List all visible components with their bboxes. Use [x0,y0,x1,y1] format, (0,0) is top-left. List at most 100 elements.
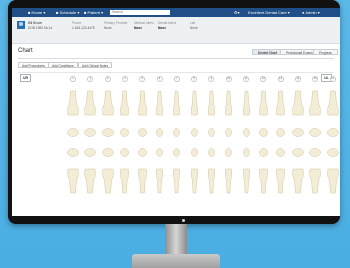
tooth-2-16[interactable] [326,128,339,137]
tooth-2-2[interactable] [84,128,97,137]
tooth-4-16[interactable] [326,168,339,194]
patient-id: DOB 1983-06-14 [28,26,53,30]
tooth-number-6[interactable]: 6 [156,76,163,82]
user-menu[interactable]: ● Admin ▾ [302,10,320,15]
tooth-1-10[interactable] [225,90,233,116]
tooth-2-8[interactable] [190,128,198,137]
tooth-number-11[interactable]: 11 [243,76,249,82]
tooth-number-1[interactable]: 1 [70,76,76,82]
tooth-4-12[interactable] [259,168,268,194]
desktop-background: ■ Home ▾ ■ Schedule ▾ ■ Patient ▾ ⚙▾ Exc… [0,0,350,268]
tooth-2-10[interactable] [225,128,232,137]
tooth-1-4[interactable] [120,90,130,116]
tab-progress[interactable]: Progress [313,49,338,55]
tooth-1-7[interactable] [173,90,181,116]
tooth-number-7[interactable]: 7 [173,76,180,82]
lab-label: Lab [190,21,196,25]
tooth-4-14[interactable] [292,168,304,194]
tooth-1-9[interactable] [208,90,215,116]
tooth-4-1[interactable] [67,168,79,194]
tooth-4-15[interactable] [309,168,321,194]
tooth-number-10[interactable]: 10 [225,76,232,82]
tooth-3-2[interactable] [84,148,97,157]
tooth-number-4[interactable]: 4 [121,76,128,82]
tooth-2-14[interactable] [292,128,304,137]
tooth-1-15[interactable] [309,90,321,116]
primary-provider-label: Primary Provider [104,21,128,25]
tooth-4-9[interactable] [208,168,215,194]
tooth-4-11[interactable] [242,168,250,194]
tooth-3-5[interactable] [137,148,147,157]
chevron-down-icon: ▾ [99,10,104,15]
nav-menu-2[interactable]: ■ Schedule ▾ [56,10,79,15]
tooth-number-3[interactable]: 3 [104,76,111,82]
tooth-2-11[interactable] [242,128,250,137]
phone-label: Phone [72,21,82,25]
tooth-3-8[interactable] [190,148,198,157]
tooth-3-7[interactable] [173,148,181,157]
tooth-1-6[interactable] [156,90,163,116]
tooth-4-2[interactable] [84,168,96,194]
tooth-1-12[interactable] [259,90,268,116]
tooth-3-13[interactable] [276,148,285,157]
tooth-1-2[interactable] [84,90,96,116]
tooth-2-12[interactable] [259,128,268,137]
tooth-number-14[interactable]: 14 [294,76,301,82]
tooth-2-9[interactable] [208,128,215,137]
tooth-3-10[interactable] [225,148,232,157]
nav-menu-1[interactable]: ■ Home ▾ [28,10,45,15]
tooth-2-15[interactable] [309,128,321,137]
tooth-3-14[interactable] [292,148,304,157]
search-input[interactable] [110,9,170,15]
tooth-2-1[interactable] [67,128,79,137]
patient-name: Bill Brown [28,21,43,25]
tooth-4-10[interactable] [225,168,233,194]
tooth-3-12[interactable] [259,148,268,157]
tooth-1-16[interactable] [326,90,339,116]
nav-menu-3[interactable]: ■ Patient ▾ [84,10,103,15]
tooth-3-16[interactable] [326,148,339,157]
tooth-4-3[interactable] [102,168,114,194]
tooth-2-4[interactable] [120,128,130,137]
medical-alerts-value: None [134,26,142,30]
tooth-3-15[interactable] [309,148,321,157]
add-conditions-button[interactable]: Add Conditions [48,62,78,68]
tooth-1-5[interactable] [137,90,147,116]
practice-selector[interactable]: Excellent Dental Care ▾ [248,10,290,15]
tooth-number-13[interactable]: 13 [277,76,284,82]
tooth-1-1[interactable] [67,90,79,116]
add-procedures-button[interactable]: Add Procedures [18,62,49,68]
tooth-2-13[interactable] [276,128,285,137]
tooth-3-6[interactable] [156,148,163,157]
chevron-down-icon: ▾ [286,10,290,15]
tooth-3-1[interactable] [67,148,79,157]
quadrant-ur-button[interactable]: UR [20,74,31,82]
tooth-4-8[interactable] [190,168,198,194]
tooth-4-7[interactable] [173,168,181,194]
tooth-1-8[interactable] [190,90,198,116]
tooth-number-16[interactable]: 16 [329,76,336,82]
tooth-4-13[interactable] [276,168,285,194]
tab-dental-chart[interactable]: Dental Chart [252,49,283,55]
tooth-3-9[interactable] [208,148,215,157]
tooth-1-14[interactable] [292,90,304,116]
tooth-2-7[interactable] [173,128,181,137]
tooth-2-3[interactable] [101,128,114,137]
tooth-4-6[interactable] [156,168,163,194]
tooth-1-13[interactable] [276,90,285,116]
chevron-down-icon: ▾ [42,10,46,15]
monitor-stand-base [132,254,220,268]
add-clinical-notes-button[interactable]: Add Clinical Notes [78,62,113,68]
tooth-3-3[interactable] [101,148,114,157]
tooth-1-3[interactable] [102,90,114,116]
monitor-stand-neck [165,224,187,254]
tooth-2-5[interactable] [137,128,147,137]
tooth-3-4[interactable] [120,148,130,157]
tooth-4-4[interactable] [120,168,130,194]
settings-icon[interactable]: ⚙▾ [234,10,240,15]
tooth-1-11[interactable] [242,90,250,116]
tooth-2-6[interactable] [156,128,163,137]
primary-provider-value: None [104,26,112,30]
tooth-4-5[interactable] [137,168,147,194]
tooth-3-11[interactable] [242,148,250,157]
